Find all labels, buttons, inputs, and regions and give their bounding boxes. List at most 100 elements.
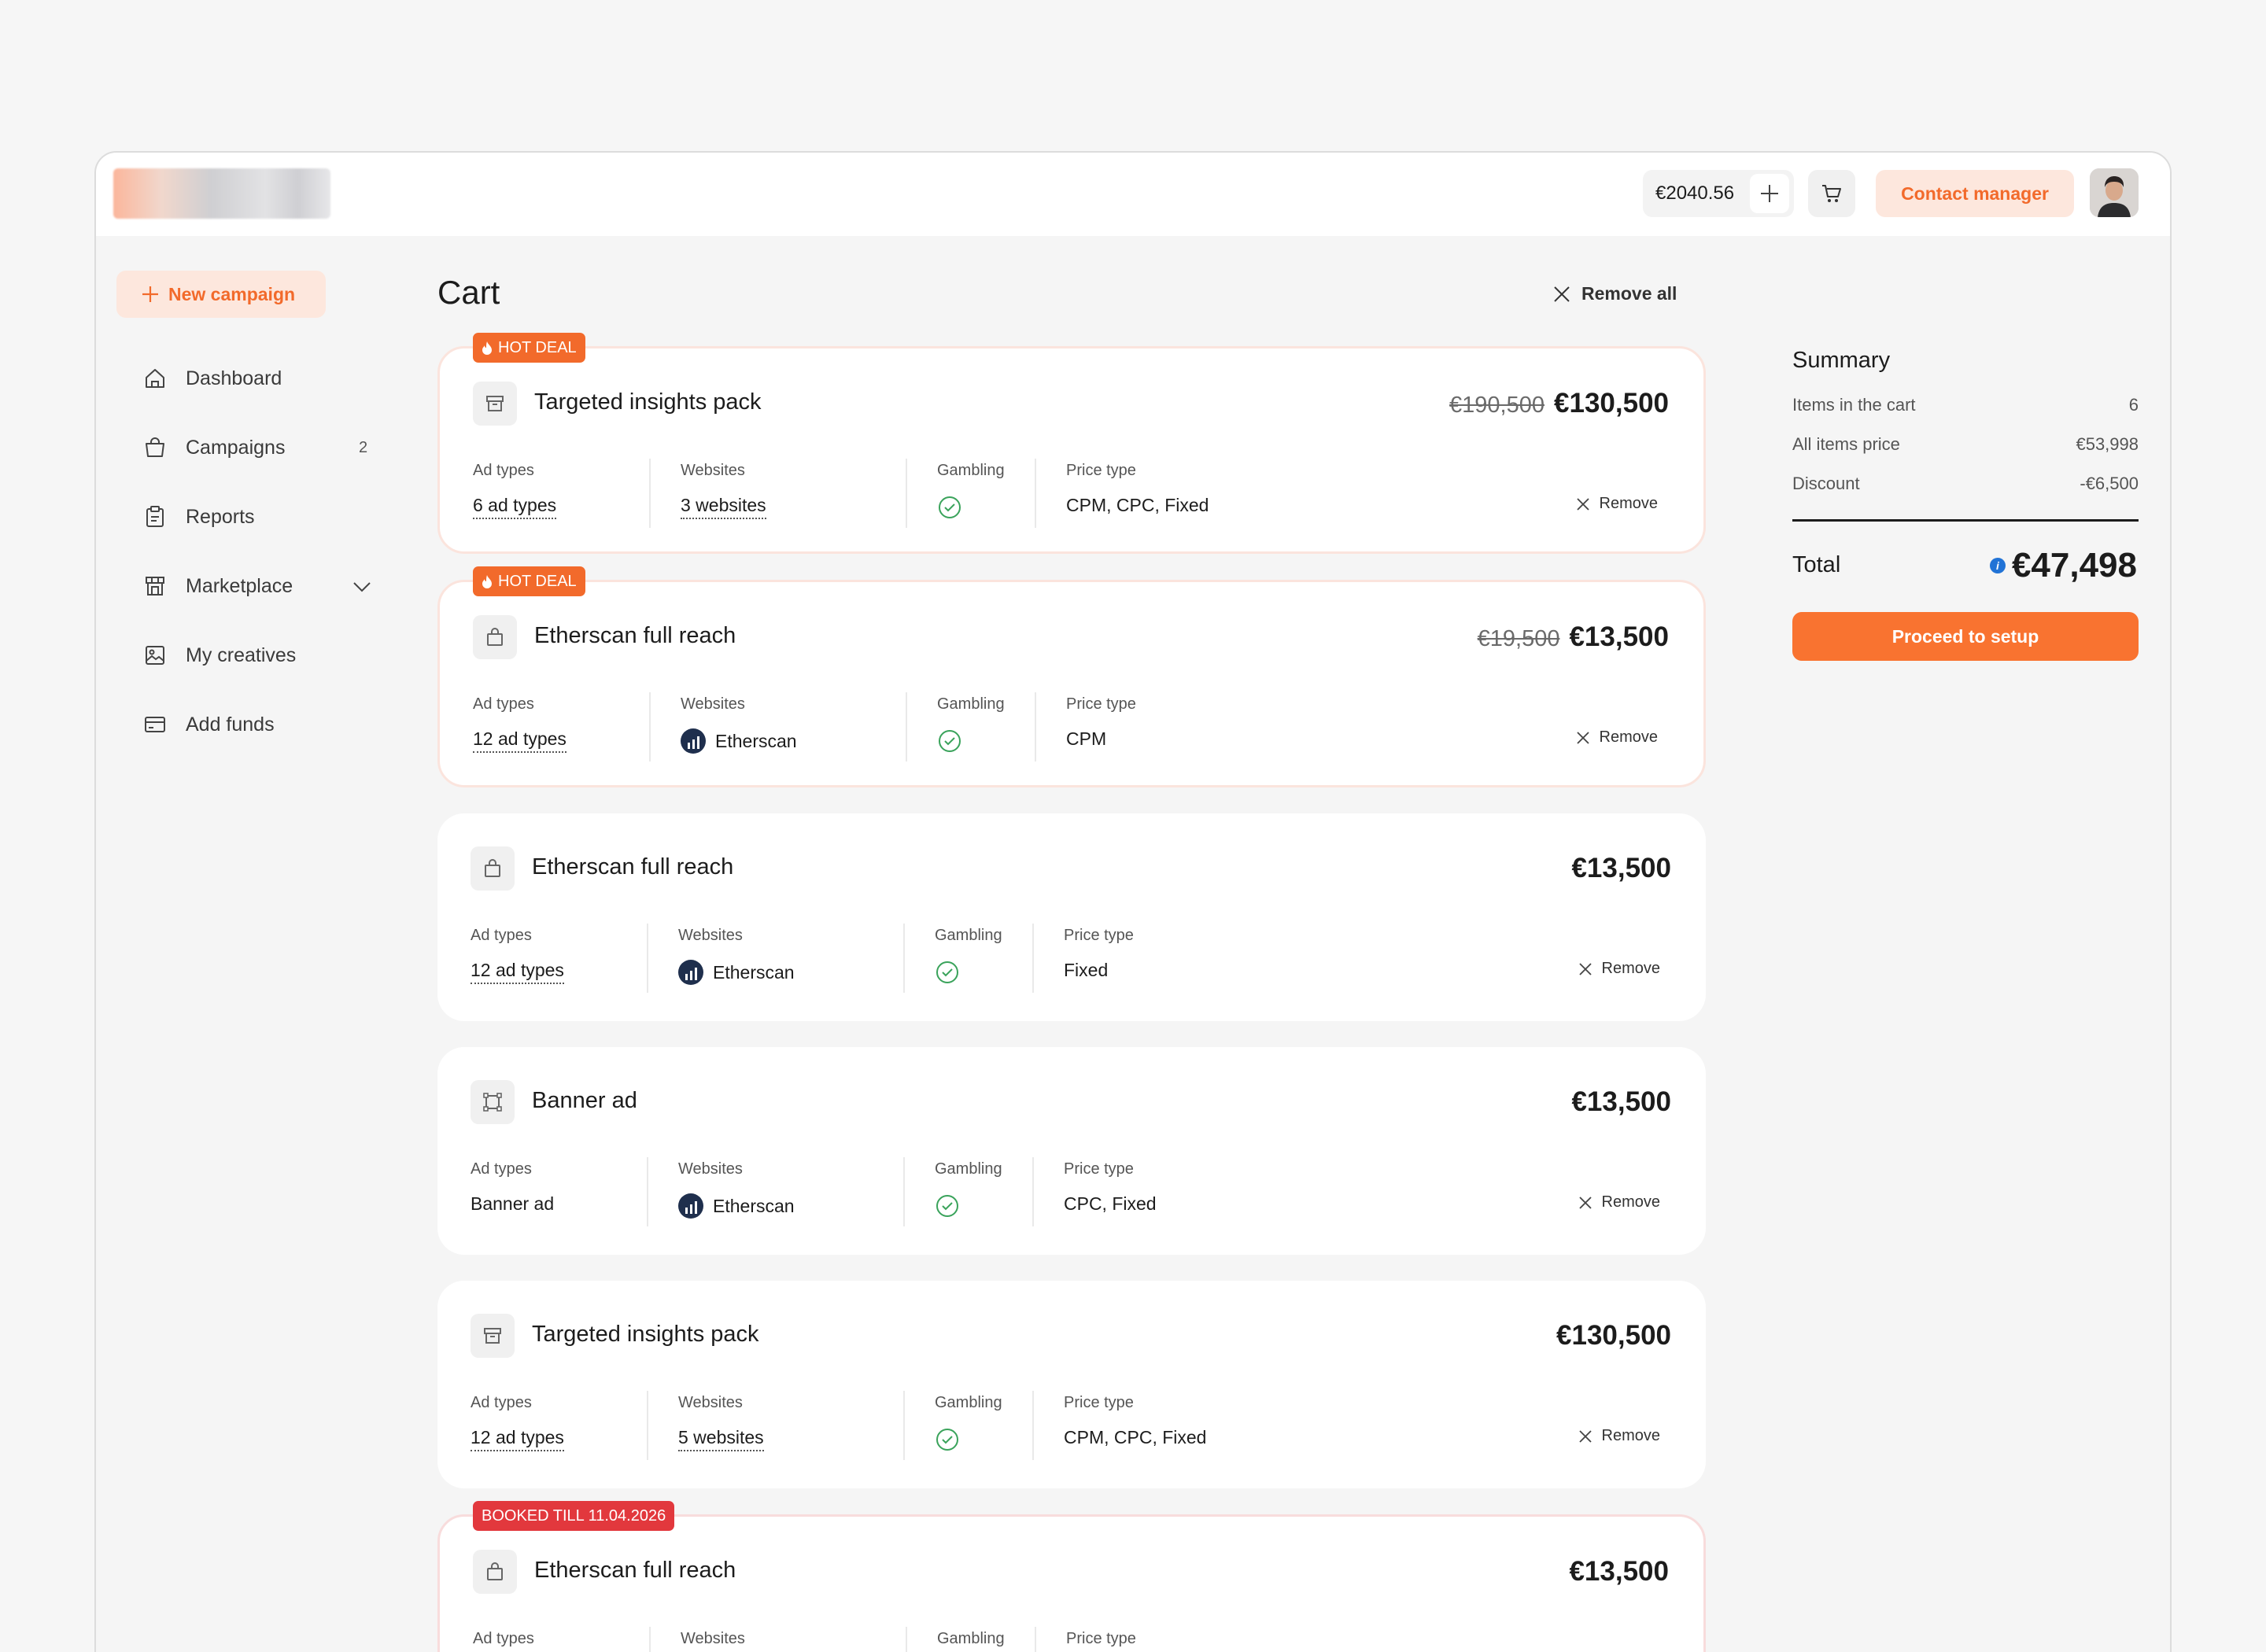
price-type-value: CPM, CPC, Fixed bbox=[1066, 495, 1209, 515]
price-type-value: CPM, CPC, Fixed bbox=[1064, 1427, 1207, 1447]
price-type-label: Price type bbox=[1064, 927, 1134, 944]
item-price: €190,500 €130,500 bbox=[1449, 388, 1669, 419]
item-current-price: €13,500 bbox=[1569, 621, 1669, 652]
remove-label: Remove bbox=[1601, 1427, 1660, 1444]
page-title: Cart bbox=[437, 274, 500, 311]
archive-box-icon bbox=[473, 382, 517, 426]
new-campaign-button[interactable]: New campaign bbox=[116, 271, 326, 318]
sidebar-item-reports[interactable]: Reports bbox=[142, 497, 255, 537]
ad-types-value[interactable]: 6 ad types bbox=[473, 495, 557, 519]
cart-button[interactable] bbox=[1808, 170, 1855, 217]
total-amount: €47,498 bbox=[2011, 546, 2137, 584]
cart-item: Targeted insights pack €130,500 Ad types… bbox=[437, 1281, 1706, 1488]
gambling-label: Gambling bbox=[937, 462, 1005, 479]
summary-divider bbox=[1792, 519, 2139, 522]
credit-card-icon bbox=[142, 711, 168, 738]
gambling-label: Gambling bbox=[935, 927, 1002, 944]
ad-types-label: Ad types bbox=[471, 927, 532, 944]
column-divider bbox=[1035, 692, 1036, 761]
ad-types-label: Ad types bbox=[473, 462, 534, 479]
bag-icon bbox=[473, 1550, 517, 1594]
websites-value[interactable]: 5 websites bbox=[678, 1427, 764, 1451]
ad-types-value[interactable]: 12 ad types bbox=[471, 960, 564, 984]
remove-item-button[interactable]: Remove bbox=[1578, 960, 1660, 978]
close-icon bbox=[1578, 1196, 1592, 1209]
banner-frame-icon bbox=[471, 1080, 515, 1124]
price-type-label: Price type bbox=[1064, 1160, 1134, 1178]
new-campaign-label: New campaign bbox=[168, 283, 296, 304]
close-icon bbox=[1554, 286, 1570, 302]
websites-value: Etherscan bbox=[681, 728, 797, 754]
summary-title: Summary bbox=[1792, 348, 1891, 373]
flame-icon bbox=[482, 575, 492, 588]
item-current-price: €130,500 bbox=[1554, 388, 1669, 419]
ad-types-label: Ad types bbox=[473, 695, 534, 713]
sidebar-item-my-creatives[interactable]: My creatives bbox=[142, 636, 296, 675]
plus-icon bbox=[142, 286, 158, 302]
remove-item-button[interactable]: Remove bbox=[1576, 728, 1658, 747]
column-divider bbox=[906, 1627, 907, 1652]
summary-row-all-items-price: All items price €53,998 bbox=[1792, 434, 2139, 454]
chevron-down-icon[interactable] bbox=[351, 576, 373, 603]
item-title: Targeted insights pack bbox=[532, 1322, 759, 1347]
remove-item-button[interactable]: Remove bbox=[1578, 1427, 1660, 1445]
ad-types-value[interactable]: 12 ad types bbox=[471, 1427, 564, 1451]
item-old-price: €19,500 bbox=[1477, 626, 1560, 651]
sidebar-item-marketplace[interactable]: Marketplace bbox=[142, 566, 425, 606]
shopping-bag-icon bbox=[142, 434, 168, 461]
close-icon bbox=[1578, 1429, 1592, 1443]
gambling-check-icon bbox=[937, 728, 962, 754]
item-title: Etherscan full reach bbox=[534, 623, 736, 648]
cart-item: HOT DEAL Etherscan full reach €19,500 €13… bbox=[437, 566, 1706, 787]
cart-icon bbox=[1822, 185, 1841, 202]
price-type-label: Price type bbox=[1066, 462, 1136, 479]
price-type-value: CPC, Fixed bbox=[1064, 1193, 1157, 1214]
bag-icon bbox=[473, 615, 517, 659]
sidebar-item-label: My creatives bbox=[186, 643, 297, 666]
gambling-label: Gambling bbox=[935, 1160, 1002, 1178]
badge-label: HOT DEAL bbox=[498, 338, 577, 356]
gambling-label: Gambling bbox=[937, 1630, 1005, 1647]
add-funds-plus-button[interactable] bbox=[1750, 174, 1789, 213]
sidebar-item-campaigns[interactable]: Campaigns 2 bbox=[142, 428, 433, 467]
price-type-label: Price type bbox=[1064, 1394, 1134, 1411]
sidebar-item-label: Dashboard bbox=[186, 367, 282, 389]
item-old-price: €190,500 bbox=[1449, 393, 1545, 418]
sidebar-item-add-funds[interactable]: Add funds bbox=[142, 705, 275, 744]
websites-label: Websites bbox=[678, 1394, 743, 1411]
remove-item-button[interactable]: Remove bbox=[1578, 1193, 1660, 1211]
websites-value[interactable]: 3 websites bbox=[681, 495, 766, 519]
column-divider bbox=[903, 924, 905, 993]
sidebar-item-label: Marketplace bbox=[186, 574, 293, 597]
remove-all-button[interactable]: Remove all bbox=[1553, 283, 1677, 304]
remove-label: Remove bbox=[1601, 960, 1660, 977]
remove-item-button[interactable]: Remove bbox=[1576, 495, 1658, 513]
ad-types-value[interactable]: 12 ad types bbox=[473, 728, 566, 753]
plus-icon bbox=[1761, 185, 1778, 202]
flame-icon bbox=[482, 341, 492, 355]
brand-logo[interactable] bbox=[113, 168, 330, 219]
column-divider bbox=[906, 459, 907, 528]
proceed-to-setup-button[interactable]: Proceed to setup bbox=[1792, 612, 2139, 661]
summary-row-items: Items in the cart 6 bbox=[1792, 395, 2139, 415]
item-title: Etherscan full reach bbox=[534, 1558, 736, 1583]
column-divider bbox=[1032, 1391, 1034, 1460]
cart-item: Banner ad €13,500 Ad types Banner ad Web… bbox=[437, 1047, 1706, 1255]
column-divider bbox=[649, 459, 651, 528]
column-divider bbox=[906, 692, 907, 761]
ad-types-label: Ad types bbox=[473, 1630, 534, 1647]
hot-deal-badge: HOT DEAL bbox=[473, 566, 585, 596]
sidebar-item-dashboard[interactable]: Dashboard bbox=[142, 359, 282, 398]
gambling-check-icon bbox=[937, 495, 962, 520]
column-divider bbox=[649, 692, 651, 761]
etherscan-logo-icon bbox=[678, 1193, 703, 1219]
balance-amount: €2040.56 bbox=[1655, 183, 1735, 204]
app-window: €2040.56 Contact manager New campaign Da… bbox=[94, 151, 2172, 1652]
etherscan-logo-icon bbox=[678, 960, 703, 985]
sidebar-item-label: Campaigns bbox=[186, 436, 286, 459]
gambling-check-icon bbox=[935, 960, 960, 985]
column-divider bbox=[1035, 1627, 1036, 1652]
contact-manager-button[interactable]: Contact manager bbox=[1876, 170, 2074, 217]
user-avatar[interactable] bbox=[2090, 168, 2139, 217]
info-icon[interactable]: i bbox=[1989, 558, 2006, 573]
